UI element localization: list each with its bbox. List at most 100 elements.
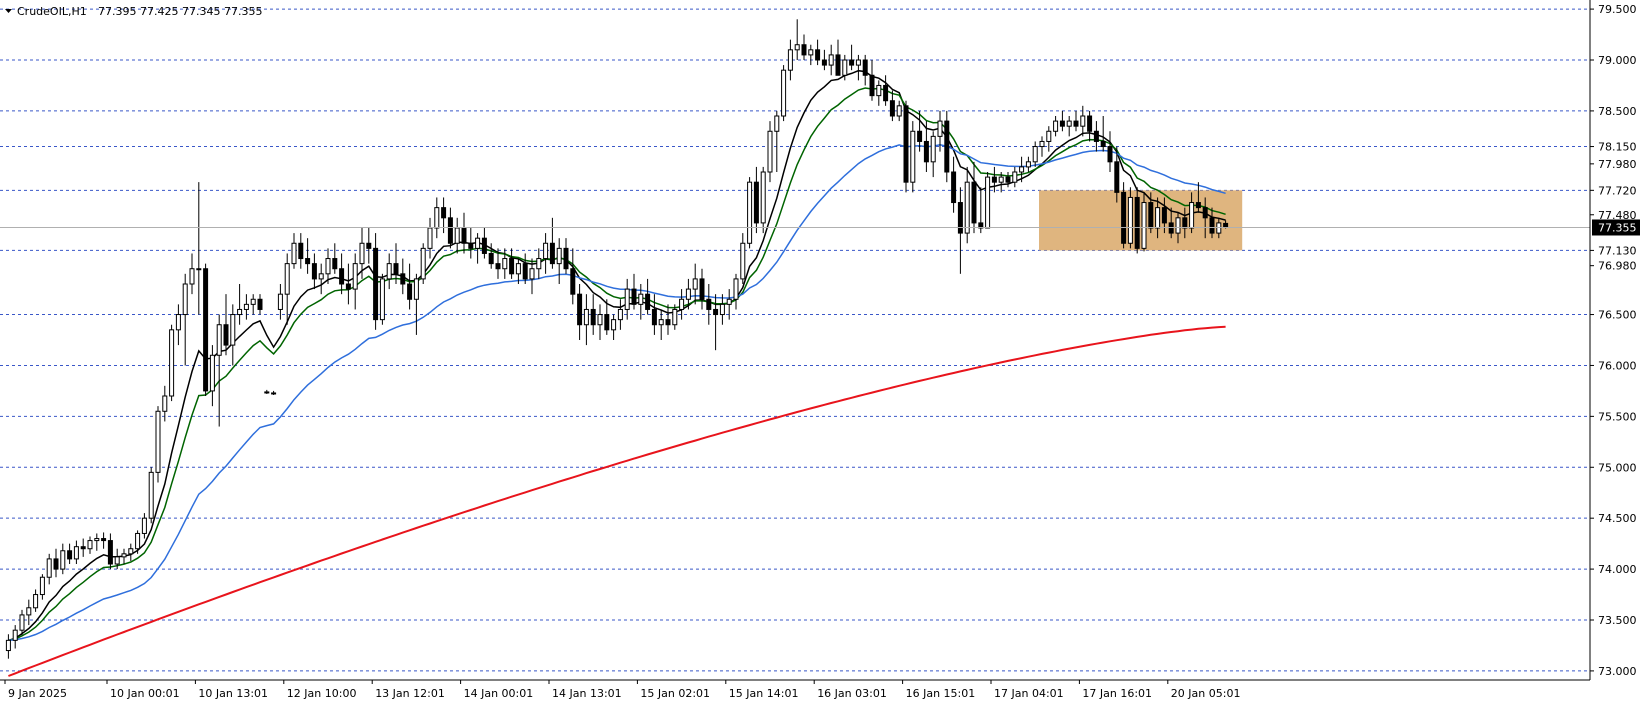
candle-body: [815, 49, 821, 61]
candle-body: [835, 54, 841, 76]
y-tick-label: 75.000: [1598, 461, 1637, 474]
candle-body: [1216, 222, 1222, 234]
candle-body: [726, 298, 732, 305]
candle-body: [577, 293, 583, 326]
candle-body: [502, 258, 508, 270]
candle-body: [305, 258, 311, 265]
candle-body: [237, 308, 243, 316]
candle-body: [522, 263, 528, 280]
price-axis: 79.50079.00078.50078.15077.98077.72077.4…: [1590, 3, 1637, 678]
candle-body: [1182, 217, 1188, 229]
candle-body: [876, 84, 882, 97]
candle-body: [1005, 176, 1011, 183]
candle-body: [1025, 161, 1031, 168]
candle-body: [1209, 217, 1215, 234]
candle-body: [468, 242, 474, 249]
candle-body: [713, 308, 719, 316]
x-tick-label: 10 Jan 13:01: [198, 687, 268, 700]
candle-body: [447, 217, 453, 244]
candle-body: [169, 329, 175, 397]
candle-body: [1073, 120, 1079, 127]
candle-body: [271, 392, 277, 395]
candle-body: [291, 242, 297, 265]
symbol-label: CrudeOIL,H1: [17, 5, 87, 18]
candle-body: [461, 227, 467, 244]
candle-body: [46, 558, 52, 578]
candle-body: [951, 171, 957, 204]
candle-body: [1012, 171, 1018, 183]
candle-body: [855, 59, 861, 66]
candle-body: [141, 517, 147, 534]
x-tick-label: 9 Jan 2025: [8, 687, 67, 700]
candle-body: [12, 629, 18, 641]
candle-body: [808, 49, 814, 56]
candle-body: [427, 227, 433, 249]
candle-body: [325, 258, 331, 275]
candle-body: [917, 130, 923, 142]
candle-body: [658, 319, 664, 326]
candle-body: [509, 258, 515, 275]
x-tick-label: 16 Jan 03:01: [817, 687, 887, 700]
candle-body: [19, 614, 25, 631]
y-tick-label: 74.500: [1598, 512, 1637, 525]
candle-body: [515, 263, 521, 275]
candle-body: [1053, 120, 1059, 132]
candle-body: [536, 258, 542, 270]
y-tick-label: 75.500: [1598, 410, 1637, 423]
time-axis: 9 Jan 2025 10 Jan 00:01 10 Jan 13:01 12 Jan…: [4, 680, 1240, 700]
candle-body: [162, 395, 168, 412]
candle-body: [407, 283, 413, 300]
x-tick-label: 15 Jan 02:01: [640, 687, 710, 700]
candle-body: [5, 639, 11, 652]
candle-body: [1141, 202, 1147, 249]
x-tick-label: 13 Jan 12:01: [375, 687, 445, 700]
candle-body: [345, 283, 351, 290]
candle-body: [1080, 115, 1086, 127]
candle-body: [842, 59, 848, 76]
candle-body: [1127, 196, 1133, 244]
candle-body: [930, 135, 936, 163]
candle-body: [944, 120, 950, 173]
candle-body: [1195, 202, 1201, 209]
candle-body: [1039, 140, 1045, 148]
candle-body: [488, 252, 494, 265]
candle-body: [39, 576, 45, 596]
candle-body: [883, 84, 889, 102]
candle-body: [747, 181, 753, 244]
candle-body: [67, 550, 73, 560]
candle-body: [1223, 222, 1229, 228]
candle-body: [223, 324, 229, 346]
candle-body: [903, 105, 909, 183]
candle-body: [53, 558, 59, 570]
candle-body: [1161, 207, 1167, 224]
candle-body: [998, 176, 1004, 183]
candle-body: [209, 354, 215, 392]
candle-body: [733, 278, 739, 300]
candle-body: [543, 242, 549, 260]
candle-body: [121, 553, 127, 558]
candle-body: [631, 288, 637, 305]
ohlc-values: 77.395 77.425 77.345 77.355: [98, 5, 262, 18]
y-tick-label: 77.720: [1598, 184, 1637, 197]
candle-body: [216, 324, 222, 356]
candle-body: [373, 247, 379, 321]
candle-body: [284, 263, 290, 295]
candle-body: [957, 202, 963, 234]
candle-body: [277, 293, 283, 310]
candle-body: [189, 268, 195, 285]
candle-body: [413, 278, 419, 300]
candle-body: [801, 44, 807, 56]
candle-body: [889, 100, 895, 117]
candle-body: [481, 237, 487, 254]
candle-body: [339, 268, 345, 285]
x-tick-label: 16 Jan 15:01: [906, 687, 976, 700]
candle-body: [420, 247, 426, 280]
candle-body: [1107, 146, 1113, 163]
y-tick-label: 76.500: [1598, 309, 1637, 322]
candle-body: [651, 308, 657, 326]
price-chart[interactable]: 79.50079.00078.50078.15077.98077.72077.4…: [0, 0, 1651, 704]
candle-body: [787, 49, 793, 71]
candle-body: [114, 556, 120, 565]
y-tick-label: 78.150: [1598, 141, 1637, 154]
candle-body: [1189, 202, 1195, 229]
